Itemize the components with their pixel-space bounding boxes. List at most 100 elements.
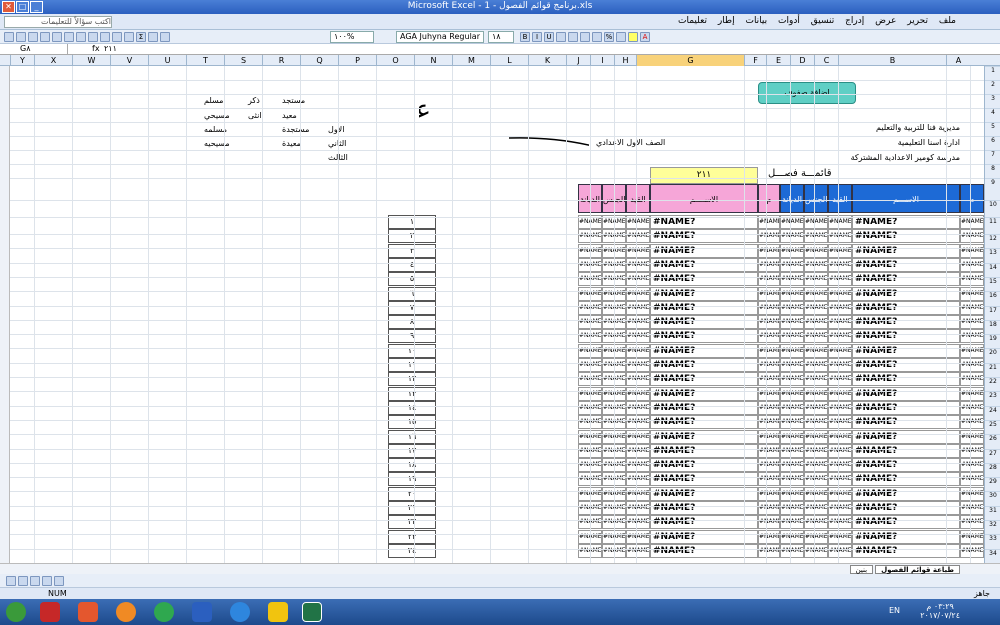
vertical-scrollbar[interactable] <box>0 66 10 563</box>
index-cell[interactable]: ١٨ <box>388 458 436 473</box>
table-cell[interactable]: #NAME? <box>828 329 852 344</box>
table-cell[interactable]: #NAME? <box>758 329 780 344</box>
table-cell[interactable]: #NAME? <box>960 443 984 458</box>
table-cell[interactable]: #NAME? <box>780 286 804 301</box>
table-cell[interactable]: #NAME? <box>780 501 804 515</box>
table-cell[interactable]: #NAME? <box>852 243 960 258</box>
name-box[interactable]: G٨ <box>2 44 68 55</box>
align-left-icon[interactable] <box>556 32 566 42</box>
table-cell[interactable]: #NAME? <box>650 400 758 415</box>
table-cell[interactable]: #NAME? <box>852 472 960 487</box>
row-header[interactable]: 21 <box>985 362 1000 377</box>
menu-tools[interactable]: أدوات <box>778 16 800 26</box>
chart-icon[interactable] <box>160 32 170 42</box>
sort-icon[interactable] <box>148 32 158 42</box>
table-cell[interactable]: #NAME? <box>960 343 984 358</box>
table-cell[interactable]: #NAME? <box>804 286 828 301</box>
table-cell[interactable]: #NAME? <box>828 429 852 444</box>
table-cell[interactable]: #NAME? <box>650 543 758 558</box>
column-header[interactable]: R <box>262 55 300 66</box>
table-cell[interactable]: #NAME? <box>852 372 960 387</box>
excel-icon[interactable] <box>302 602 322 622</box>
language-indicator[interactable]: EN <box>889 606 900 615</box>
table-cell[interactable]: #NAME? <box>804 429 828 444</box>
index-cell[interactable]: ١١ <box>388 358 436 372</box>
table-cell[interactable]: #NAME? <box>780 543 804 558</box>
table-cell[interactable]: #NAME? <box>828 286 852 301</box>
row-header[interactable]: 34 <box>985 548 1000 563</box>
formula-input[interactable]: ٢١١ <box>104 44 117 53</box>
table-cell[interactable]: #NAME? <box>960 543 984 558</box>
table-cell[interactable]: #NAME? <box>804 315 828 330</box>
menu-window[interactable]: إطار <box>718 16 735 26</box>
table-cell[interactable]: #NAME? <box>626 386 650 401</box>
column-header[interactable]: C <box>814 55 838 66</box>
table-cell[interactable]: #NAME? <box>828 315 852 330</box>
table-cell[interactable]: #NAME? <box>758 515 780 530</box>
row-header[interactable]: 26 <box>985 434 1000 448</box>
table-cell[interactable]: #NAME? <box>650 458 758 473</box>
table-cell[interactable]: #NAME? <box>828 486 852 501</box>
table-cell[interactable]: #NAME? <box>852 543 960 558</box>
column-header[interactable]: P <box>338 55 376 66</box>
table-cell[interactable]: #NAME? <box>780 272 804 287</box>
table-cell[interactable]: #NAME? <box>960 415 984 430</box>
line-icon[interactable] <box>6 576 16 586</box>
table-cell[interactable]: #NAME? <box>960 272 984 287</box>
table-cell[interactable]: #NAME? <box>828 358 852 372</box>
print-icon[interactable] <box>40 32 50 42</box>
menu-help[interactable]: تعليمات <box>678 16 707 26</box>
table-cell[interactable]: #NAME? <box>650 486 758 501</box>
row-header[interactable]: 29 <box>985 477 1000 491</box>
folder-icon[interactable] <box>268 602 288 622</box>
table-cell[interactable]: #NAME? <box>650 415 758 430</box>
column-header[interactable]: B <box>838 55 946 66</box>
column-header[interactable]: E <box>766 55 790 66</box>
table-cell[interactable]: #NAME? <box>804 472 828 487</box>
table-cell[interactable]: #NAME? <box>828 343 852 358</box>
table-cell[interactable]: #NAME? <box>758 372 780 387</box>
column-header[interactable]: D <box>790 55 814 66</box>
table-cell[interactable]: #NAME? <box>780 429 804 444</box>
row-header[interactable]: 11 <box>985 217 1000 234</box>
table-cell[interactable]: #NAME? <box>852 443 960 458</box>
firefox-icon[interactable] <box>116 602 136 622</box>
column-header[interactable]: F <box>744 55 766 66</box>
table-cell[interactable]: #NAME? <box>804 400 828 415</box>
column-header[interactable]: J <box>566 55 590 66</box>
new-icon[interactable] <box>4 32 14 42</box>
table-cell[interactable]: #NAME? <box>650 501 758 515</box>
index-cell[interactable]: ١٠ <box>388 343 436 358</box>
paste-icon[interactable] <box>100 32 110 42</box>
fx-icon[interactable]: fx <box>92 44 100 53</box>
table-cell[interactable]: #NAME? <box>626 257 650 272</box>
table-cell[interactable]: #NAME? <box>758 443 780 458</box>
index-cell[interactable]: ١٦ <box>388 429 436 444</box>
row-header[interactable]: 14 <box>985 262 1000 277</box>
table-cell[interactable]: #NAME? <box>852 486 960 501</box>
row-header[interactable]: 23 <box>985 391 1000 405</box>
table-cell[interactable]: #NAME? <box>650 300 758 315</box>
table-cell[interactable]: #NAME? <box>960 286 984 301</box>
index-cell[interactable]: ٧ <box>388 300 436 315</box>
table-cell[interactable]: #NAME? <box>650 243 758 258</box>
table-cell[interactable]: #NAME? <box>780 300 804 315</box>
table-cell[interactable]: #NAME? <box>852 400 960 415</box>
table-cell[interactable]: #NAME? <box>960 300 984 315</box>
menu-file[interactable]: ملف <box>939 16 956 26</box>
font-name-select[interactable]: AGA Juhyna Regular <box>396 31 484 43</box>
table-cell[interactable]: #NAME? <box>804 329 828 344</box>
row-header[interactable]: 19 <box>985 334 1000 348</box>
table-cell[interactable]: #NAME? <box>960 386 984 401</box>
table-cell[interactable]: #NAME? <box>960 372 984 387</box>
row-header[interactable]: 7 <box>985 150 1000 164</box>
table-cell[interactable]: #NAME? <box>804 257 828 272</box>
table-cell[interactable]: #NAME? <box>626 543 650 558</box>
column-header[interactable]: G <box>636 55 744 66</box>
table-cell[interactable]: #NAME? <box>960 486 984 501</box>
borders-icon[interactable] <box>616 32 626 42</box>
row-header[interactable]: 10 <box>985 200 1000 217</box>
table-cell[interactable]: #NAME? <box>626 429 650 444</box>
index-cell[interactable]: ٢٢ <box>388 515 436 530</box>
table-cell[interactable]: #NAME? <box>758 472 780 487</box>
